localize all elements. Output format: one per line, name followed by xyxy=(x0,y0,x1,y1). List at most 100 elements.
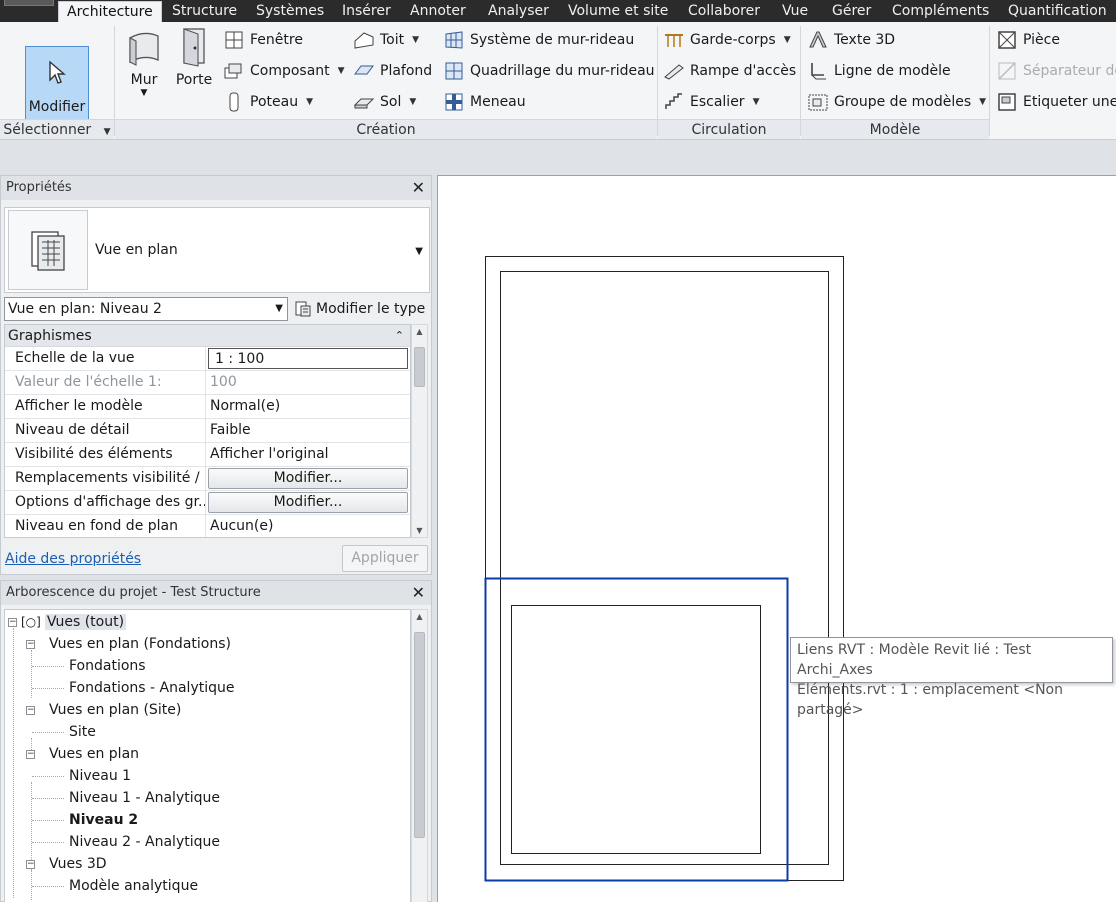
tab-quantification[interactable]: Quantification xyxy=(1008,0,1107,22)
property-value[interactable]: Normal(e) xyxy=(206,395,410,418)
scroll-up-icon[interactable]: ▲ xyxy=(412,612,427,621)
linked-model-highlight[interactable] xyxy=(484,577,789,882)
tree-node-analytical-model[interactable]: Modèle analytique xyxy=(69,875,198,897)
room-icon xyxy=(997,30,1017,50)
tree-node-level-2-analytical[interactable]: Niveau 2 - Analytique xyxy=(69,831,220,853)
tree-node-site[interactable]: Site xyxy=(69,721,96,743)
tab-addins[interactable]: Compléments xyxy=(892,0,989,22)
tree-node-foundations-analytical[interactable]: Fondations - Analytique xyxy=(69,677,234,699)
tree-node-floor-plans[interactable]: Vues en plan xyxy=(49,743,139,765)
tab-manage[interactable]: Gérer xyxy=(832,0,871,22)
room-separator-button[interactable]: Séparateur de xyxy=(997,58,1116,84)
scroll-up-icon[interactable]: ▲ xyxy=(412,327,427,336)
property-value[interactable]: Afficher l'original xyxy=(206,443,410,466)
collapse-icon[interactable]: ⌃ xyxy=(395,325,404,347)
tab-massing-site[interactable]: Volume et site xyxy=(568,0,668,22)
door-button[interactable]: Porte xyxy=(174,26,214,88)
view-scale-field[interactable]: 1 : 100 xyxy=(208,348,408,369)
group-graphics-label: Graphismes xyxy=(8,328,92,344)
property-row: Niveau en fond de plan Aucun(e) xyxy=(5,515,410,537)
drawing-canvas[interactable]: Liens RVT : Modèle Revit lié : Test Arch… xyxy=(437,175,1116,902)
group-graphics[interactable]: Graphismes ⌃ xyxy=(5,325,410,347)
window-button[interactable]: Fenêtre xyxy=(224,27,303,53)
ramp-label: Rampe d'accès xyxy=(690,63,797,79)
mullion-button[interactable]: Meneau xyxy=(444,89,526,115)
tab-structure[interactable]: Structure xyxy=(172,0,237,22)
tooltip-line: Eléments.rvt : 1 : emplacement <Non part… xyxy=(797,682,1063,718)
tree-node-foundations[interactable]: Fondations xyxy=(69,655,146,677)
tree-node-all-views[interactable]: [○] Vues (tout) xyxy=(21,611,127,633)
collapse-toggle[interactable]: − xyxy=(26,750,35,759)
ceiling-button[interactable]: Plafond xyxy=(354,58,432,84)
scroll-thumb[interactable] xyxy=(414,632,425,838)
tree-guide-line xyxy=(32,732,64,733)
tab-analyze[interactable]: Analyser xyxy=(488,0,549,22)
property-value[interactable]: Aucun(e) xyxy=(206,515,410,537)
property-value-cell: Modifier... xyxy=(206,467,410,490)
tab-view[interactable]: Vue xyxy=(782,0,808,22)
close-icon[interactable]: ✕ xyxy=(412,176,425,200)
floor-button[interactable]: Sol ▼ xyxy=(354,89,416,115)
railing-button[interactable]: Garde-corps ▼ xyxy=(664,27,791,53)
instance-selector-value: Vue en plan: Niveau 2 xyxy=(8,301,162,317)
tab-systems[interactable]: Systèmes xyxy=(256,0,324,22)
type-selector[interactable]: Vue en plan ▼ xyxy=(4,207,430,293)
curtain-grid-button[interactable]: Quadrillage du mur-rideau xyxy=(444,58,655,84)
tab-insert[interactable]: Insérer xyxy=(342,0,391,22)
chevron-down-icon[interactable]: ▼ xyxy=(415,246,423,257)
mullion-label: Meneau xyxy=(470,94,526,110)
collapse-toggle[interactable]: − xyxy=(26,706,35,715)
scroll-thumb[interactable] xyxy=(414,347,425,387)
collapse-toggle[interactable]: − xyxy=(26,860,35,869)
property-value-cell: Modifier... xyxy=(206,491,410,514)
properties-help-link[interactable]: Aide des propriétés xyxy=(5,551,141,567)
roof-button[interactable]: Toit ▼ xyxy=(354,27,419,53)
properties-title: Propriétés xyxy=(6,180,72,195)
properties-scrollbar[interactable]: ▲ ▼ xyxy=(411,324,428,538)
tab-architecture[interactable]: Architecture xyxy=(58,1,162,22)
wall-button[interactable]: Mur ▼ xyxy=(124,28,164,98)
apply-button[interactable]: Appliquer xyxy=(342,545,428,572)
stair-button[interactable]: Escalier ▼ xyxy=(664,89,760,115)
chevron-down-icon: ▼ xyxy=(752,97,760,107)
room-button[interactable]: Pièce xyxy=(997,27,1060,53)
tag-room-button[interactable]: Etiqueter une xyxy=(997,89,1116,115)
tab-collaborate[interactable]: Collaborer xyxy=(688,0,760,22)
application-menu-button[interactable] xyxy=(4,0,54,6)
roof-label: Toit xyxy=(380,32,405,48)
graphic-display-options-edit-button[interactable]: Modifier... xyxy=(208,492,408,513)
ramp-button[interactable]: Rampe d'accès xyxy=(664,58,796,84)
property-value[interactable]: Faible xyxy=(206,419,410,442)
properties-header[interactable]: Propriétés ✕ xyxy=(1,176,431,200)
window-label: Fenêtre xyxy=(250,32,303,48)
tree-node-level-2[interactable]: Niveau 2 xyxy=(69,809,138,831)
browser-scrollbar[interactable]: ▲ xyxy=(411,609,428,902)
instance-selector[interactable]: Vue en plan: Niveau 2 ▼ xyxy=(4,297,288,321)
scroll-down-icon[interactable]: ▼ xyxy=(412,526,427,535)
tree-node-plan-foundations[interactable]: Vues en plan (Fondations) xyxy=(49,633,231,655)
component-button[interactable]: Composant ▼ xyxy=(224,58,345,84)
project-browser-header[interactable]: Arborescence du projet - Test Structure … xyxy=(1,581,431,605)
chevron-down-icon: ▼ xyxy=(275,303,283,314)
text3d-button[interactable]: Texte 3D xyxy=(808,27,895,53)
visibility-overrides-edit-button[interactable]: Modifier... xyxy=(208,468,408,489)
chevron-down-icon: ▼ xyxy=(412,35,420,45)
close-icon[interactable]: ✕ xyxy=(412,581,425,605)
views-icon: [○] xyxy=(21,615,41,629)
stair-label: Escalier xyxy=(690,94,745,110)
floor-icon xyxy=(354,92,374,112)
tree-node-level-1-analytical[interactable]: Niveau 1 - Analytique xyxy=(69,787,220,809)
tree-node-3d-views[interactable]: Vues 3D xyxy=(49,853,107,875)
tree-node-level-1[interactable]: Niveau 1 xyxy=(69,765,131,787)
floor-plan-view-icon xyxy=(8,210,88,290)
tab-annotate[interactable]: Annoter xyxy=(410,0,466,22)
model-line-button[interactable]: Ligne de modèle xyxy=(808,58,951,84)
edit-type-button[interactable]: Modifier le type xyxy=(294,297,425,321)
column-button[interactable]: Poteau ▼ xyxy=(224,89,313,115)
collapse-toggle[interactable]: − xyxy=(8,618,17,627)
collapse-toggle[interactable]: − xyxy=(26,640,35,649)
select-panel-title[interactable]: Sélectionner ▼ xyxy=(0,119,114,139)
tree-node-plan-site[interactable]: Vues en plan (Site) xyxy=(49,699,181,721)
model-group-button[interactable]: Groupe de modèles ▼ xyxy=(808,89,986,115)
curtain-system-button[interactable]: Système de mur-rideau xyxy=(444,27,634,53)
